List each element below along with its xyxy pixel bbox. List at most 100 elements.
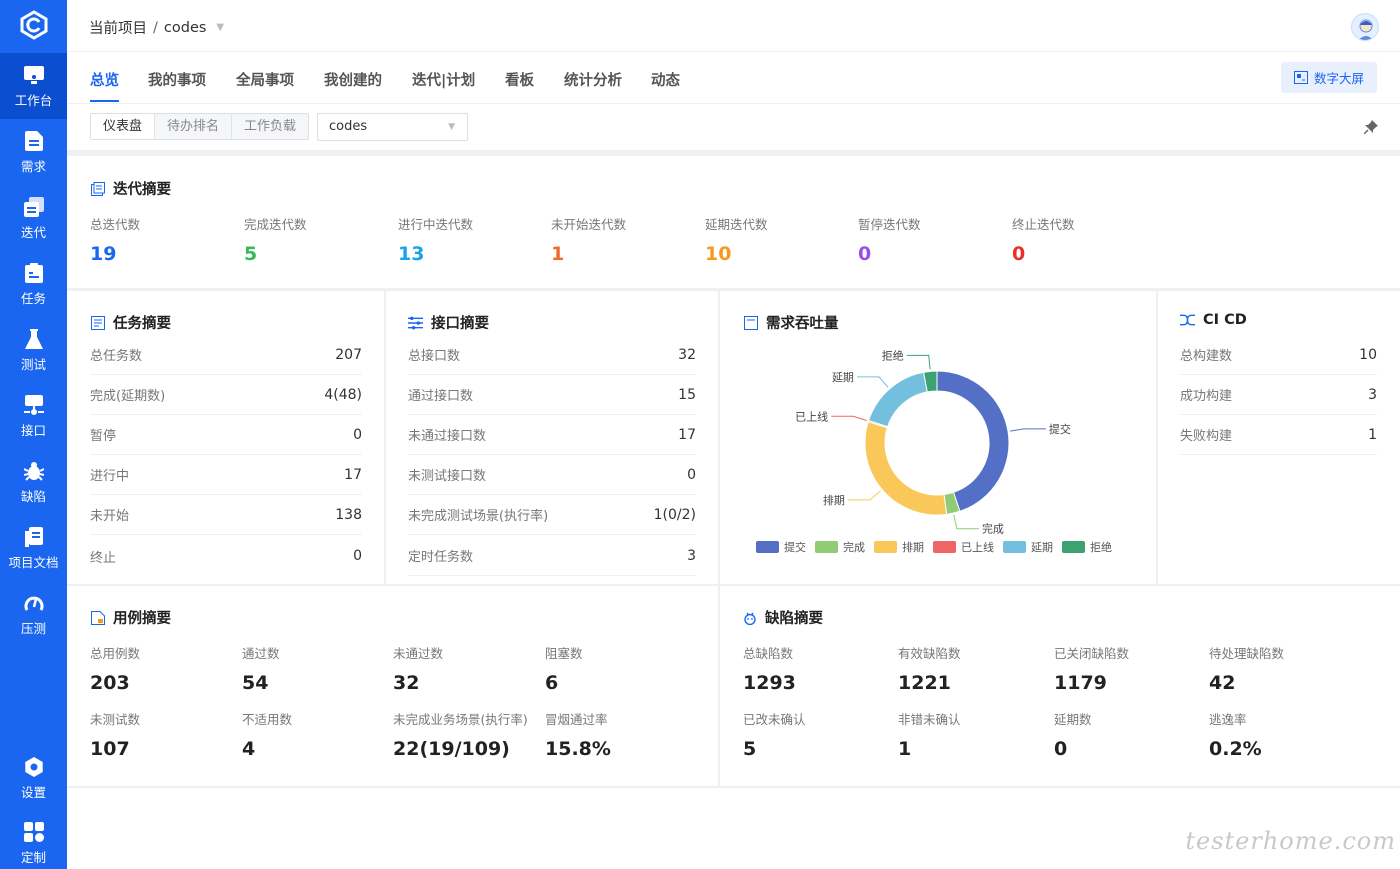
sidebar-item-label: 定制 xyxy=(20,849,46,865)
kv-row: 完成(延期数) 4(48) xyxy=(90,375,362,415)
legend-label: 延期 xyxy=(1031,541,1053,554)
donut-slice[interactable] xyxy=(867,371,928,428)
kv-row: 终止 0 xyxy=(90,536,362,576)
sidebar-item-label: 需求 xyxy=(20,158,46,174)
panel-title: 任务摘要 xyxy=(90,312,171,333)
stat-value: 22(19/109) xyxy=(393,738,510,760)
stat-label: 总缺陷数 xyxy=(743,646,794,661)
stat-terminated-iterations: 终止迭代数 0 xyxy=(1012,214,1075,265)
stat-label: 暂停迭代数 xyxy=(858,217,921,232)
breadcrumb-root: 当前项目 xyxy=(89,21,147,37)
stat-value: 32 xyxy=(393,672,420,694)
stat-unfinished-scenarios: 未完成业务场景(执行率) 22(19/109) xyxy=(393,709,528,760)
tab-iteration-plan[interactable]: 迭代|计划 xyxy=(412,69,475,90)
kv-row: 暂停 0 xyxy=(90,415,362,455)
sidebar-item-customize[interactable]: 定制 xyxy=(0,810,67,869)
kv-row: 失败构建 1 xyxy=(1180,415,1377,455)
avatar[interactable] xyxy=(1351,13,1379,41)
tab-created-by-me[interactable]: 我创建的 xyxy=(324,69,382,90)
legend-label: 拒绝 xyxy=(1090,541,1112,554)
legend-item[interactable]: 完成 xyxy=(815,539,865,555)
stat-label: 进行中迭代数 xyxy=(398,217,474,232)
donut-slice[interactable] xyxy=(864,421,948,516)
slice-label: 拒绝 xyxy=(882,348,904,362)
stat-label: 延期数 xyxy=(1054,712,1092,727)
sidebar-item-label: 项目文档 xyxy=(8,554,59,570)
iteration-icon xyxy=(23,196,45,218)
slice-label: 提交 xyxy=(1049,422,1071,436)
legend-item[interactable]: 拒绝 xyxy=(1062,539,1112,555)
stat-in-progress-iterations: 进行中迭代数 13 xyxy=(398,214,473,265)
legend-swatch xyxy=(933,541,956,553)
project-select[interactable]: codes ▼ xyxy=(317,113,468,141)
sidebar-item-document[interactable]: 项目文档 xyxy=(0,515,67,581)
slice-label: 排期 xyxy=(823,493,845,507)
sidebar-item-label: 接口 xyxy=(20,422,46,438)
kv-value: 17 xyxy=(678,426,696,443)
tab-my-items[interactable]: 我的事项 xyxy=(148,69,206,90)
tab-overview[interactable]: 总览 xyxy=(90,69,119,102)
sidebar-item-bug[interactable]: 缺陷 xyxy=(0,449,67,515)
tab-statistics[interactable]: 统计分析 xyxy=(564,69,622,90)
kv-value: 0 xyxy=(353,426,362,443)
kv-key: 定时任务数 xyxy=(408,550,474,565)
digital-screen-label: 数字大屏 xyxy=(1313,71,1364,86)
sidebar-item-workbench[interactable]: 工作台 xyxy=(0,53,67,119)
sidebar-item-iteration[interactable]: 迭代 xyxy=(0,185,67,251)
api-summary-icon xyxy=(408,315,423,330)
breadcrumb[interactable]: 当前项目 / codes ▼ xyxy=(89,17,224,38)
segment-todo-ranking[interactable]: 待办排名 xyxy=(154,114,232,139)
stat-label: 待处理缺陷数 xyxy=(1209,646,1285,661)
stat-label: 阻塞数 xyxy=(545,646,583,661)
legend-item[interactable]: 已上线 xyxy=(933,539,994,555)
legend-item[interactable]: 延期 xyxy=(1003,539,1053,555)
digital-screen-button[interactable]: 数字大屏 xyxy=(1281,62,1377,93)
caret-down-icon: ▼ xyxy=(216,22,225,33)
task-icon xyxy=(23,262,45,284)
cicd-icon xyxy=(1180,313,1195,328)
settings-icon xyxy=(23,756,45,778)
slice-label: 已上线 xyxy=(795,409,828,423)
stat-value: 107 xyxy=(90,738,130,760)
kv-key: 终止 xyxy=(90,550,117,566)
kv-key: 未通过接口数 xyxy=(408,429,487,444)
kv-value: 10 xyxy=(1359,346,1377,363)
iteration-summary-title: 迭代摘要 xyxy=(113,182,171,198)
stat-value: 0 xyxy=(1012,243,1026,265)
tab-global-items[interactable]: 全局事项 xyxy=(236,69,294,90)
legend-item[interactable]: 提交 xyxy=(756,539,806,555)
stat-total-cases: 总用例数 203 xyxy=(90,643,140,694)
caret-down-icon: ▼ xyxy=(448,122,455,132)
task-summary-title: 任务摘要 xyxy=(113,316,171,332)
segment-dashboard[interactable]: 仪表盘 xyxy=(91,114,155,139)
stat-value: 5 xyxy=(743,738,757,760)
legend-item[interactable]: 排期 xyxy=(874,539,924,555)
segment-workload[interactable]: 工作负载 xyxy=(231,114,309,139)
kv-row: 成功构建 3 xyxy=(1180,375,1377,415)
sidebar-item-requirement[interactable]: 需求 xyxy=(0,119,67,185)
sidebar-item-test[interactable]: 测试 xyxy=(0,317,67,383)
pin-icon[interactable] xyxy=(1364,120,1378,134)
bug-summary-panel: 缺陷摘要 总缺陷数 1293 有效缺陷数 1221 已关闭缺陷数 1179 待处理缺陷… xyxy=(720,586,1400,786)
donut-slice[interactable] xyxy=(936,370,1010,512)
kv-row: 总构建数 10 xyxy=(1180,335,1377,375)
kv-key: 通过接口数 xyxy=(408,389,474,404)
sidebar-item-settings[interactable]: 设置 xyxy=(0,745,67,811)
sidebar-item-stress-test[interactable]: 压测 xyxy=(0,581,67,647)
stat-value: 1179 xyxy=(1054,672,1107,694)
kv-value: 1 xyxy=(1368,426,1377,443)
tab-kanban[interactable]: 看板 xyxy=(505,69,534,90)
label-leader-line xyxy=(831,415,867,422)
stat-value: 15.8% xyxy=(545,738,611,760)
stat-label: 延期迭代数 xyxy=(705,217,768,232)
app-logo[interactable] xyxy=(0,0,67,50)
kv-row: 未通过接口数 17 xyxy=(408,415,696,455)
project-select-value: codes xyxy=(329,119,368,134)
sidebar-item-task[interactable]: 任务 xyxy=(0,251,67,317)
sidebar-item-api[interactable]: 接口 xyxy=(0,383,67,449)
tab-activity[interactable]: 动态 xyxy=(651,69,680,90)
label-leader-line xyxy=(856,376,889,388)
stat-label: 未完成业务场景(执行率) xyxy=(393,712,528,727)
api-summary-panel: 接口摘要 总接口数 32 通过接口数 15 未通过接口数 17 未测试接口数 0 未完成… xyxy=(386,291,718,584)
stat-valid-bugs: 有效缺陷数 1221 xyxy=(898,643,961,694)
